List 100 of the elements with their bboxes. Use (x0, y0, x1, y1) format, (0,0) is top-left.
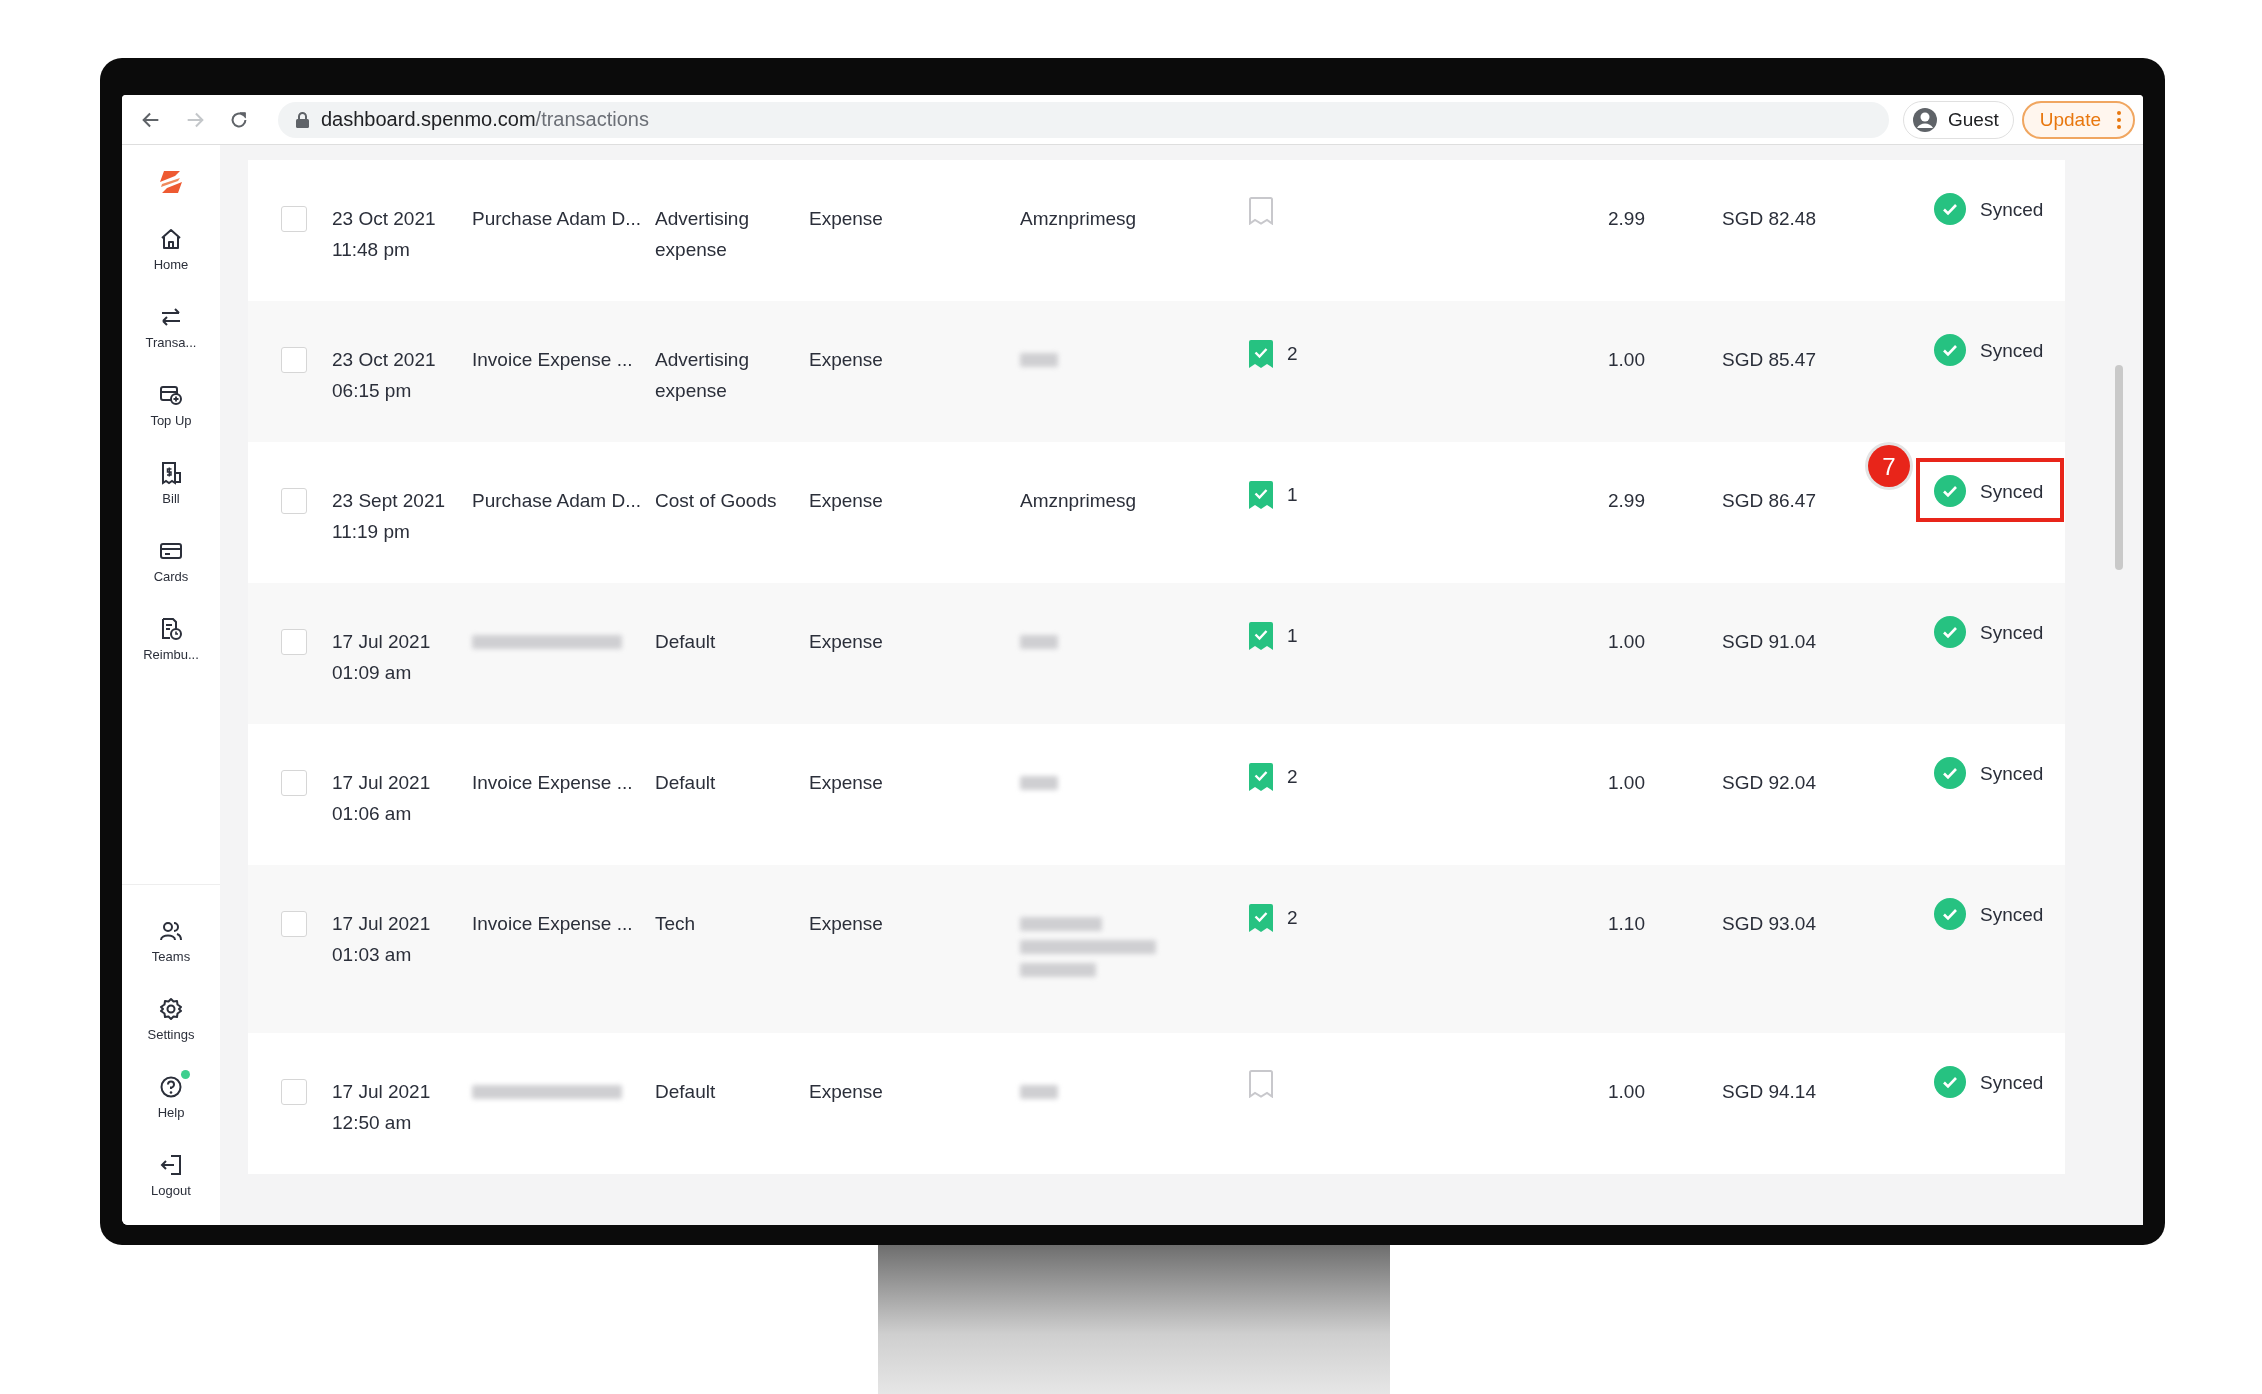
receipt-check-icon[interactable] (1249, 480, 1273, 509)
scrollbar-thumb[interactable] (2115, 365, 2123, 570)
logout-icon (159, 1153, 183, 1177)
amount-text: 1.00 (1608, 772, 1645, 793)
bill-icon (159, 461, 183, 485)
time-text: 12:50 am (332, 1111, 413, 1135)
check-circle-icon (1934, 193, 1966, 225)
status-text: Synced (1980, 761, 2044, 786)
settings-icon (159, 997, 183, 1021)
total-text: SGD 82.48 (1722, 208, 1816, 229)
receipt-count: 1 (1287, 624, 1298, 648)
receipt-check-icon[interactable] (1249, 903, 1273, 932)
amount-text: 1.00 (1608, 631, 1645, 652)
status-text: Synced (1980, 1070, 2044, 1095)
kebab-menu-icon (2117, 110, 2121, 129)
lock-icon (296, 111, 309, 128)
sidebar-item[interactable]: Top Up (122, 377, 220, 455)
receipt-check-icon[interactable] (1249, 621, 1273, 650)
time-text: 01:03 am (332, 943, 413, 967)
transaction-row[interactable]: 23 Oct 2021 11:48 pm Purchase Adam D... Advertising expense Expense Amznprimesg 2.99 SGD 82.48 Synced (248, 160, 2065, 301)
type-text: Expense (809, 630, 884, 654)
transaction-row[interactable]: 17 Jul 2021 01:09 am Default Expense 1 1.00 SGD 91.04 Synced (248, 583, 2065, 724)
sidebar-item[interactable]: Transa... (122, 299, 220, 377)
check-circle-icon (1934, 475, 1966, 507)
sidebar-item[interactable]: Reimbu... (122, 611, 220, 689)
row-checkbox[interactable] (281, 347, 307, 373)
type-text: Expense (809, 771, 884, 795)
date-text: 17 Jul 2021 (332, 1080, 432, 1104)
total-text: SGD 94.14 (1722, 1081, 1816, 1102)
category-text: Cost of Goods (655, 489, 778, 513)
amount-text: 2.99 (1608, 208, 1645, 229)
check-circle-icon (1934, 616, 1966, 648)
status-text: Synced (1980, 197, 2044, 222)
time-text: 11:19 pm (332, 520, 411, 544)
sidebar-item[interactable]: Settings (122, 991, 220, 1069)
check-circle-icon (1934, 1066, 1966, 1098)
empty-receipt-icon[interactable] (1249, 1070, 1273, 1098)
home-icon (159, 227, 183, 251)
category-text: Default (655, 771, 717, 795)
merchant-text: Amznprimesg (1020, 207, 1138, 231)
transaction-row[interactable]: 17 Jul 2021 01:06 am Invoice Expense ... Default Expense 2 1.00 SGD 92.04 Synced (248, 724, 2065, 865)
transaction-row[interactable]: 17 Jul 2021 12:50 am Default Expense 1.00 SGD 94.14 Synced (248, 1033, 2065, 1174)
merchant-text: Amznprimesg (1020, 489, 1138, 513)
sidebar-item[interactable]: Cards (122, 533, 220, 611)
date-text: 23 Sept 2021 (332, 489, 447, 513)
sidebar-item[interactable]: Home (122, 221, 220, 299)
address-bar[interactable]: dashboard.spenmo.com/transactions (278, 101, 1889, 138)
date-text: 17 Jul 2021 (332, 630, 432, 654)
type-text: Expense (809, 912, 884, 936)
check-circle-icon (1934, 334, 1966, 366)
transaction-row[interactable]: 23 Sept 2021 11:19 pm Purchase Adam D... Cost of Goods Expense Amznprimesg 1 2.99 SGD 86.47 Synced 7 (248, 442, 2065, 583)
sidebar-item[interactable]: Teams (122, 913, 220, 991)
row-checkbox[interactable] (281, 770, 307, 796)
time-text: 01:09 am (332, 661, 413, 685)
profile-button[interactable]: Guest (1903, 100, 2014, 139)
status-text: Synced (1980, 479, 2044, 504)
category-text: Advertising expense (655, 348, 750, 403)
status-text: Synced (1980, 620, 2044, 645)
amount-text: 1.00 (1608, 349, 1645, 370)
total-text: SGD 91.04 (1722, 631, 1816, 652)
sidebar-item[interactable]: Bill (122, 455, 220, 533)
total-text: SGD 85.47 (1722, 349, 1816, 370)
sidebar-item[interactable]: Help (122, 1069, 220, 1147)
type-text: Expense (809, 207, 884, 231)
type-text: Expense (809, 348, 884, 372)
help-icon (159, 1075, 183, 1099)
time-text: 06:15 pm (332, 379, 413, 403)
people-icon (159, 919, 183, 943)
description-text: Purchase Adam D... (472, 208, 641, 229)
total-text: SGD 86.47 (1722, 490, 1816, 511)
total-text: SGD 92.04 (1722, 772, 1816, 793)
receipt-check-icon[interactable] (1249, 762, 1273, 791)
check-circle-icon (1934, 898, 1966, 930)
description-text: Invoice Expense ... (472, 913, 633, 934)
document-clock-icon (159, 617, 183, 641)
row-checkbox[interactable] (281, 911, 307, 937)
receipt-count: 2 (1287, 906, 1298, 930)
receipt-count: 2 (1287, 765, 1298, 789)
status-text: Synced (1980, 338, 2044, 363)
empty-receipt-icon[interactable] (1249, 197, 1273, 225)
wallet-plus-icon (159, 383, 183, 407)
row-checkbox[interactable] (281, 629, 307, 655)
amount-text: 2.99 (1608, 490, 1645, 511)
total-text: SGD 93.04 (1722, 913, 1816, 934)
transaction-row[interactable]: 23 Oct 2021 06:15 pm Invoice Expense ... Advertising expense Expense 2 1.00 SGD 85.47 Synced (248, 301, 2065, 442)
row-checkbox[interactable] (281, 1079, 307, 1105)
receipt-check-icon[interactable] (1249, 339, 1273, 368)
type-text: Expense (809, 1080, 884, 1104)
row-checkbox[interactable] (281, 206, 307, 232)
person-icon (1912, 106, 1938, 133)
category-text: Default (655, 630, 717, 654)
receipt-count: 1 (1287, 483, 1298, 507)
url-text: dashboard.spenmo.com/transactions (321, 108, 649, 131)
category-text: Advertising expense (655, 207, 750, 262)
category-text: Default (655, 1080, 717, 1104)
row-checkbox[interactable] (281, 488, 307, 514)
date-text: 17 Jul 2021 (332, 912, 432, 936)
sidebar-item[interactable]: Logout (122, 1147, 220, 1225)
transaction-row[interactable]: 17 Jul 2021 01:03 am Invoice Expense ... Tech Expense 2 1.10 SGD 93.04 Synced (248, 865, 2065, 1033)
date-text: 23 Oct 2021 (332, 348, 437, 372)
